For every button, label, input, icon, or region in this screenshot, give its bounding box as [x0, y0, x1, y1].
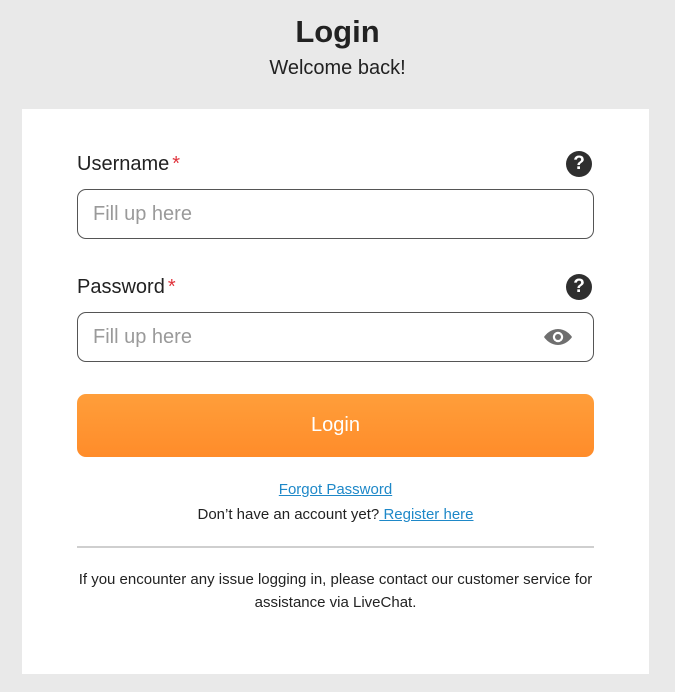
register-link[interactable]: Register here	[379, 506, 473, 523]
login-button[interactable]: Login	[77, 394, 594, 457]
eye-icon[interactable]	[543, 325, 573, 349]
password-input-box	[77, 312, 594, 362]
support-note: If you encounter any issue logging in, p…	[78, 571, 593, 611]
page-subtitle: Welcome back!	[269, 57, 406, 79]
login-page: Login Welcome back! Username* ? Password…	[0, 0, 675, 692]
password-required-mark: *	[167, 276, 176, 298]
username-required-mark: *	[172, 153, 181, 175]
username-label: Username	[77, 153, 170, 175]
username-input[interactable]	[93, 190, 533, 238]
forgot-password-link[interactable]: Forgot Password	[279, 481, 392, 498]
no-account-text: Don’t have an account yet?	[197, 506, 380, 523]
register-row: Don’t have an account yet? Register here	[77, 506, 594, 523]
password-label: Password	[77, 276, 165, 298]
username-help-icon[interactable]: ?	[566, 151, 592, 177]
login-card: Username* ? Password* ?	[22, 109, 649, 674]
username-field-group: Username * ?	[77, 150, 594, 239]
password-field-group: Password * ?	[77, 273, 594, 362]
forgot-password-row: Forgot Password	[77, 481, 594, 498]
page-header: Login Welcome back!	[0, 0, 675, 80]
divider	[77, 546, 594, 548]
page-title: Login	[295, 14, 380, 49]
username-input-box	[77, 189, 594, 239]
password-input[interactable]	[93, 313, 533, 361]
password-help-icon[interactable]: ?	[566, 274, 592, 300]
